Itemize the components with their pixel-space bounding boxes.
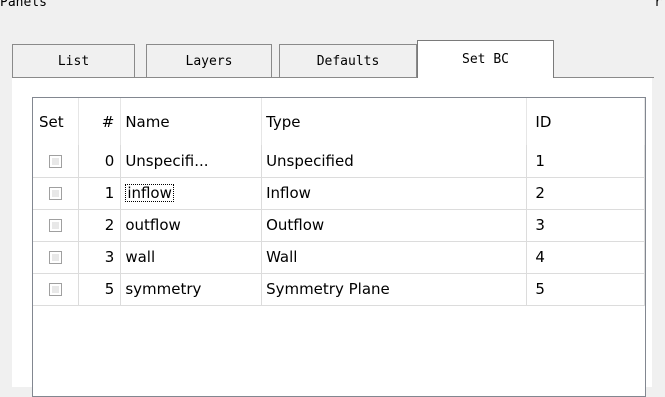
row-name[interactable]: inflow: [125, 184, 174, 202]
row-id: 5: [526, 273, 645, 306]
tab-defaults[interactable]: Defaults: [279, 44, 417, 77]
table-row[interactable]: 5 symmetry Symmetry Plane 5: [33, 273, 645, 306]
row-type[interactable]: Wall: [261, 241, 528, 274]
set-bc-tab-page: Set # Name Type ID 0 Unspecifi... Unspec…: [12, 78, 652, 397]
table-row[interactable]: 3 wall Wall 4: [33, 241, 645, 274]
table-row[interactable]: 1 inflow Inflow 2: [33, 177, 645, 210]
column-header-set[interactable]: Set: [33, 98, 80, 145]
row-number: 5: [78, 273, 122, 306]
row-name[interactable]: symmetry: [120, 273, 263, 306]
table-row[interactable]: 0 Unspecifi... Unspecified 1: [33, 145, 645, 178]
row-name[interactable]: Unspecifi...: [120, 145, 263, 178]
column-header-type[interactable]: Type: [261, 98, 528, 145]
panel-title: Panels: [0, 0, 47, 10]
column-header-name[interactable]: Name: [120, 98, 263, 145]
set-checkbox[interactable]: [49, 187, 63, 200]
set-cell: [33, 241, 80, 274]
row-id: 1: [526, 145, 645, 178]
tab-set-bc[interactable]: Set BC: [417, 40, 554, 78]
table-row[interactable]: 2 outflow Outflow 3: [33, 209, 645, 242]
boundary-condition-table: Set # Name Type ID 0 Unspecifi... Unspec…: [32, 97, 646, 397]
table-header-row: Set # Name Type ID: [33, 98, 645, 145]
row-name[interactable]: outflow: [120, 209, 263, 242]
set-checkbox[interactable]: [49, 251, 63, 264]
set-cell: [33, 273, 80, 306]
row-name-cell[interactable]: inflow: [120, 177, 263, 210]
row-number: 1: [78, 177, 122, 210]
column-header-id[interactable]: ID: [526, 98, 645, 145]
row-number: 2: [78, 209, 122, 242]
row-type[interactable]: Symmetry Plane: [261, 273, 528, 306]
tab-bar: List Layers Defaults Set BC: [12, 40, 652, 78]
tab-layers[interactable]: Layers: [146, 44, 272, 77]
row-id: 2: [526, 177, 645, 210]
set-checkbox[interactable]: [49, 219, 63, 232]
row-type[interactable]: Inflow: [261, 177, 528, 210]
tab-list[interactable]: List: [12, 44, 135, 77]
set-cell: [33, 177, 80, 210]
set-cell: [33, 209, 80, 242]
set-cell: [33, 145, 80, 178]
row-type[interactable]: Unspecified: [261, 145, 528, 178]
row-number: 3: [78, 241, 122, 274]
row-type[interactable]: Outflow: [261, 209, 528, 242]
set-checkbox[interactable]: [49, 283, 63, 296]
row-name[interactable]: wall: [120, 241, 263, 274]
column-header-number[interactable]: #: [78, 98, 122, 145]
row-id: 3: [526, 209, 645, 242]
row-number: 0: [78, 145, 122, 178]
set-checkbox[interactable]: [49, 154, 63, 168]
row-id: 4: [526, 241, 645, 274]
panel-corner-glyph: r: [654, 0, 662, 10]
panel-title-bar: Panels r: [0, 0, 665, 20]
